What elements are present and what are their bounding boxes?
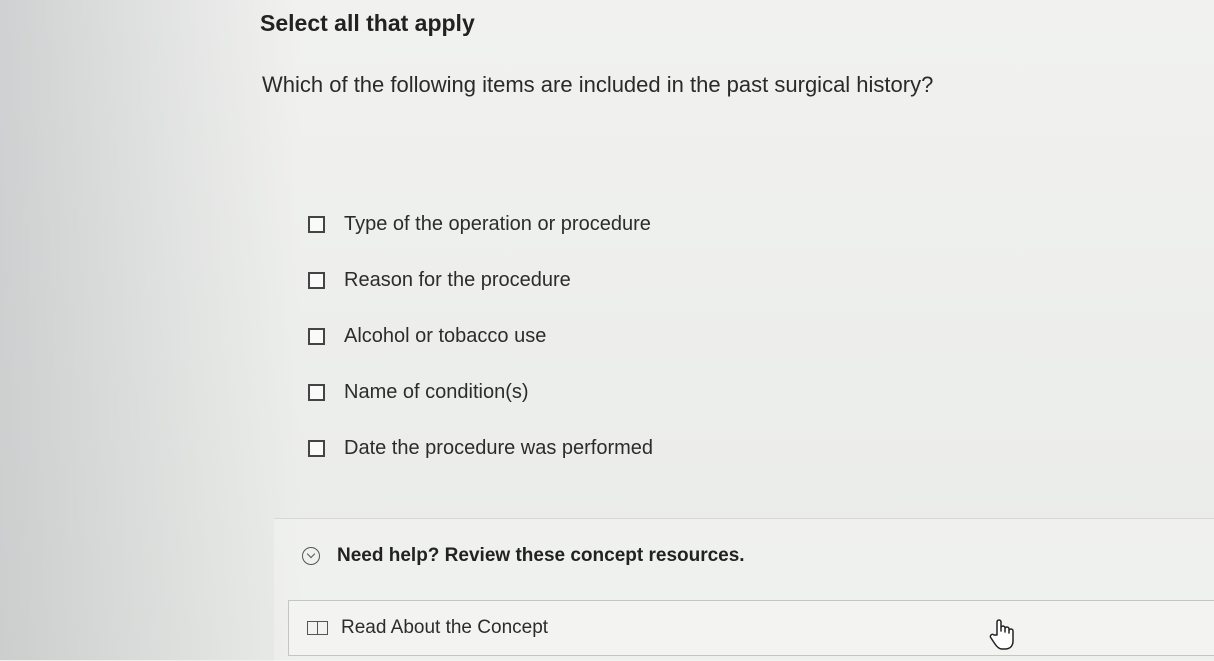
answer-option[interactable]: Date the procedure was performed	[308, 420, 908, 476]
help-toggle-label: Need help? Review these concept resource…	[337, 545, 745, 566]
hand-cursor-icon	[989, 619, 1014, 650]
chevron-down-icon[interactable]	[302, 547, 320, 565]
question-text: Which of the following items are include…	[262, 72, 934, 97]
answer-option-label: Alcohol or tobacco use	[344, 324, 547, 347]
answer-option[interactable]: Alcohol or tobacco use	[308, 308, 908, 364]
answer-option[interactable]: Type of the operation or procedure	[308, 196, 908, 252]
read-about-concept-link[interactable]: Read About the Concept	[288, 600, 1214, 656]
checkbox[interactable]	[308, 439, 325, 457]
answer-option-label: Reason for the procedure	[344, 268, 571, 291]
answer-option-label: Type of the operation or procedure	[344, 212, 651, 235]
answer-option[interactable]: Reason for the procedure	[308, 252, 908, 308]
checkbox[interactable]	[308, 327, 325, 345]
answer-option-label: Name of condition(s)	[344, 380, 529, 403]
answer-options-list: Type of the operation or procedure Reaso…	[308, 196, 908, 476]
answer-option[interactable]: Name of condition(s)	[308, 364, 908, 420]
checkbox[interactable]	[308, 215, 325, 233]
instruction-heading: Select all that apply	[260, 10, 475, 36]
checkbox[interactable]	[308, 383, 325, 401]
read-about-concept-label: Read About the Concept	[341, 617, 549, 638]
help-toggle[interactable]: Need help? Review these concept resource…	[302, 545, 745, 567]
book-icon	[307, 621, 329, 635]
checkbox[interactable]	[308, 271, 325, 289]
answer-option-label: Date the procedure was performed	[344, 436, 654, 459]
